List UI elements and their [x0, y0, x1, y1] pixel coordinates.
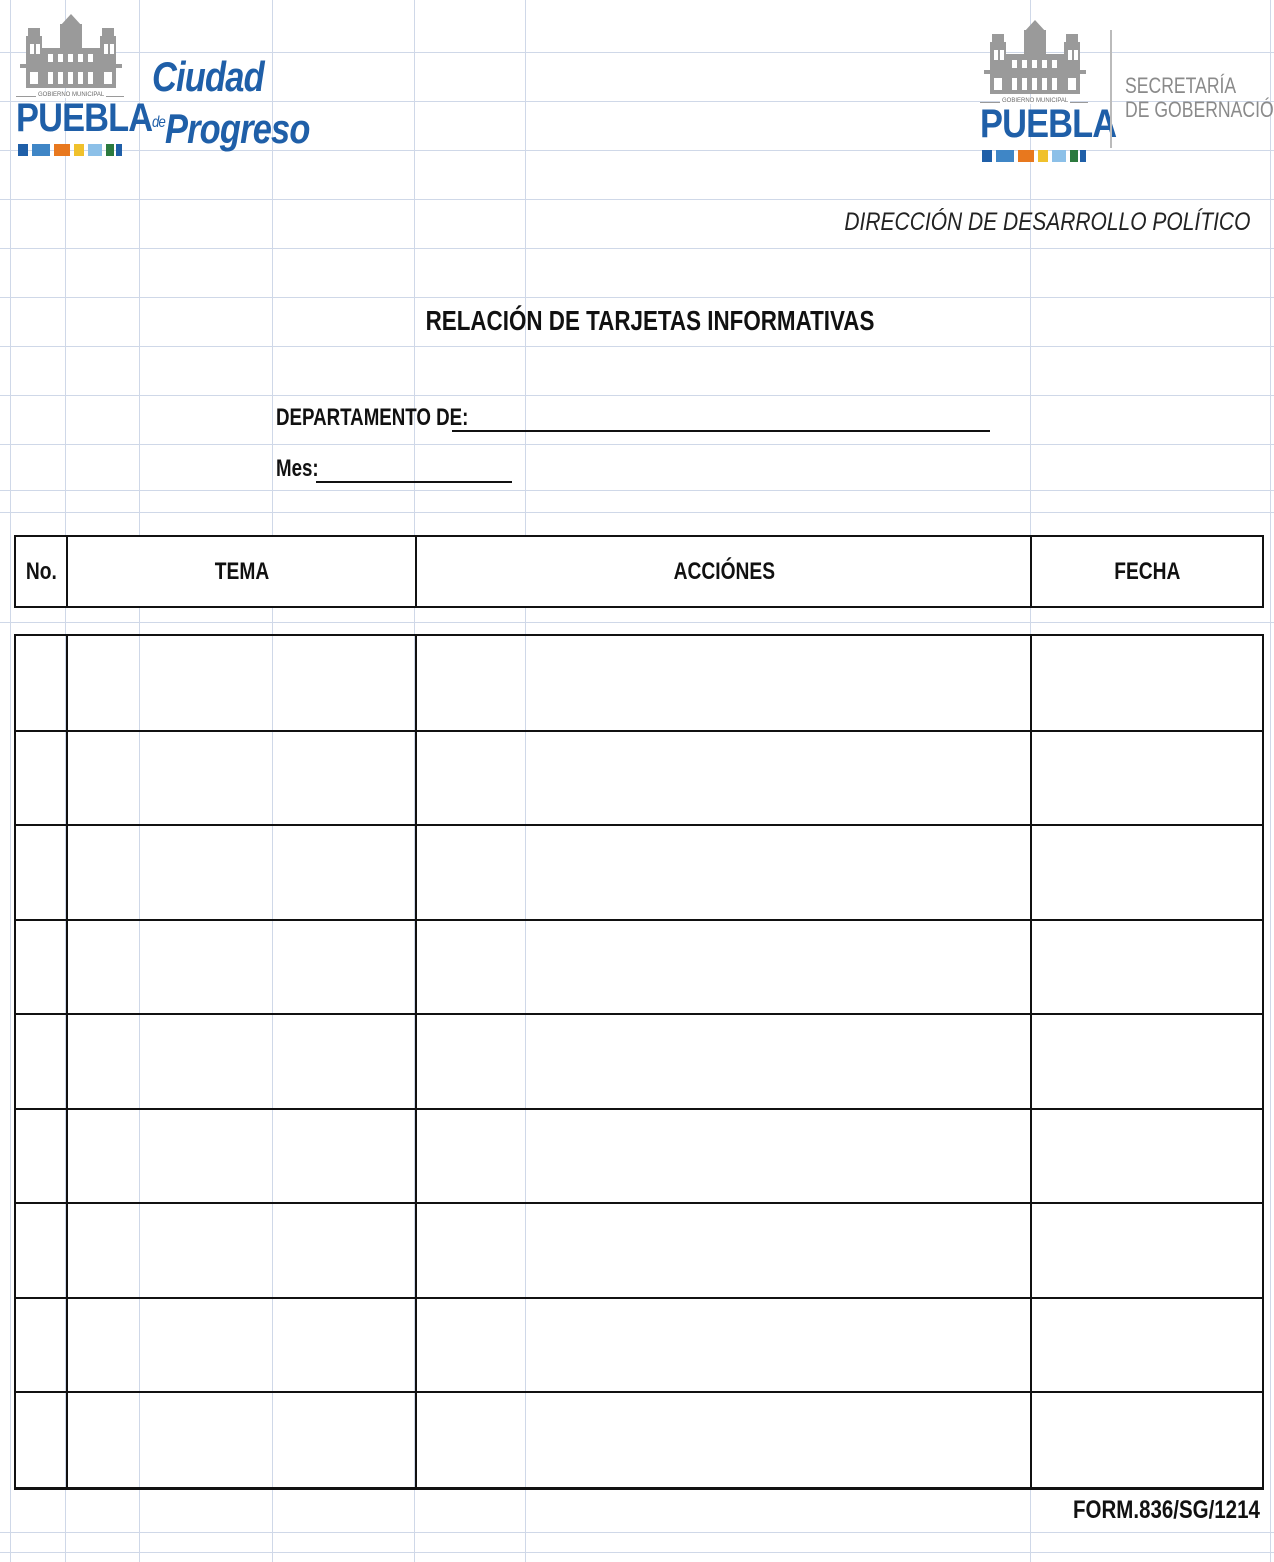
table-cell-tema[interactable] — [68, 731, 415, 824]
table-cell-no[interactable] — [16, 1392, 66, 1485]
table-cell-no[interactable] — [16, 636, 66, 729]
table-cell-tema[interactable] — [68, 1203, 415, 1296]
table-cell-no[interactable] — [16, 1109, 66, 1202]
column-header-fecha: FECHA — [1113, 558, 1181, 585]
table-cell-tema[interactable] — [68, 825, 415, 918]
table-body — [14, 634, 1264, 1489]
table-cell-tema[interactable] — [68, 1298, 415, 1391]
table-row-divider — [16, 824, 1262, 827]
departamento-field[interactable] — [452, 430, 990, 432]
table-row-divider — [16, 918, 1262, 921]
table-cell-acciones[interactable] — [417, 636, 1030, 729]
progreso-text: deProgreso — [152, 105, 310, 152]
table-bottom-border — [14, 1488, 1264, 1490]
table-row-divider — [16, 1391, 1262, 1394]
table-cell-fecha[interactable] — [1032, 825, 1262, 918]
table-cell-acciones[interactable] — [417, 1203, 1030, 1296]
table-cell-no[interactable] — [16, 920, 66, 1013]
table-cell-fecha[interactable] — [1032, 1298, 1262, 1391]
secretaria-label: SECRETARÍA DE GOBERNACIÓN — [1125, 73, 1274, 122]
puebla-wordmark: PUEBLA — [980, 102, 1117, 146]
table-row-divider — [16, 1296, 1262, 1299]
table-row-divider — [16, 1013, 1262, 1016]
table-cell-no[interactable] — [16, 1298, 66, 1391]
direccion-label: DIRECCIÓN DE DESARROLLO POLÍTICO — [843, 208, 1250, 236]
table-cell-acciones[interactable] — [417, 1298, 1030, 1391]
table-cell-acciones[interactable] — [417, 1014, 1030, 1107]
table-cell-tema[interactable] — [68, 920, 415, 1013]
table-cell-fecha[interactable] — [1032, 1392, 1262, 1485]
mes-field[interactable] — [316, 481, 512, 483]
cathedral-icon — [984, 20, 1086, 94]
form-code: FORM.836/SG/1214 — [1073, 1496, 1260, 1524]
table-cell-fecha[interactable] — [1032, 731, 1262, 824]
table-cell-tema[interactable] — [68, 636, 415, 729]
de-text: de — [152, 114, 166, 131]
departamento-label: DEPARTAMENTO DE: — [276, 404, 469, 431]
table-cell-tema[interactable] — [68, 1392, 415, 1485]
mes-label: Mes: — [276, 455, 319, 482]
table-cell-acciones[interactable] — [417, 920, 1030, 1013]
table-cell-no[interactable] — [16, 1203, 66, 1296]
table-cell-acciones[interactable] — [417, 731, 1030, 824]
table-cell-no[interactable] — [16, 825, 66, 918]
table-cell-fecha[interactable] — [1032, 1014, 1262, 1107]
table-cell-acciones[interactable] — [417, 1109, 1030, 1202]
ciudad-text: Ciudad — [152, 53, 265, 100]
table-row-divider — [16, 1107, 1262, 1110]
table-cell-fecha[interactable] — [1032, 1109, 1262, 1202]
table-row-divider — [16, 729, 1262, 732]
form-title: RELACIÓN DE TARJETAS INFORMATIVAS — [425, 305, 875, 336]
puebla-wordmark: PUEBLA — [16, 96, 153, 140]
table-cell-no[interactable] — [16, 731, 66, 824]
column-header-no: No. — [25, 558, 57, 585]
column-header-tema: TEMA — [214, 558, 269, 585]
table-cell-fecha[interactable] — [1032, 1203, 1262, 1296]
table-cell-fecha[interactable] — [1032, 636, 1262, 729]
logo-separator — [1110, 30, 1112, 148]
table-cell-fecha[interactable] — [1032, 920, 1262, 1013]
table-cell-no[interactable] — [16, 1014, 66, 1107]
table-header: No. TEMA ACCIÓNES FECHA — [14, 535, 1264, 608]
column-header-acciones: ACCIÓNES — [673, 558, 775, 585]
table-row-divider — [16, 1202, 1262, 1205]
table-cell-acciones[interactable] — [417, 1392, 1030, 1485]
table-cell-acciones[interactable] — [417, 825, 1030, 918]
table-cell-tema[interactable] — [68, 1014, 415, 1107]
cathedral-icon — [20, 14, 122, 88]
table-cell-tema[interactable] — [68, 1109, 415, 1202]
